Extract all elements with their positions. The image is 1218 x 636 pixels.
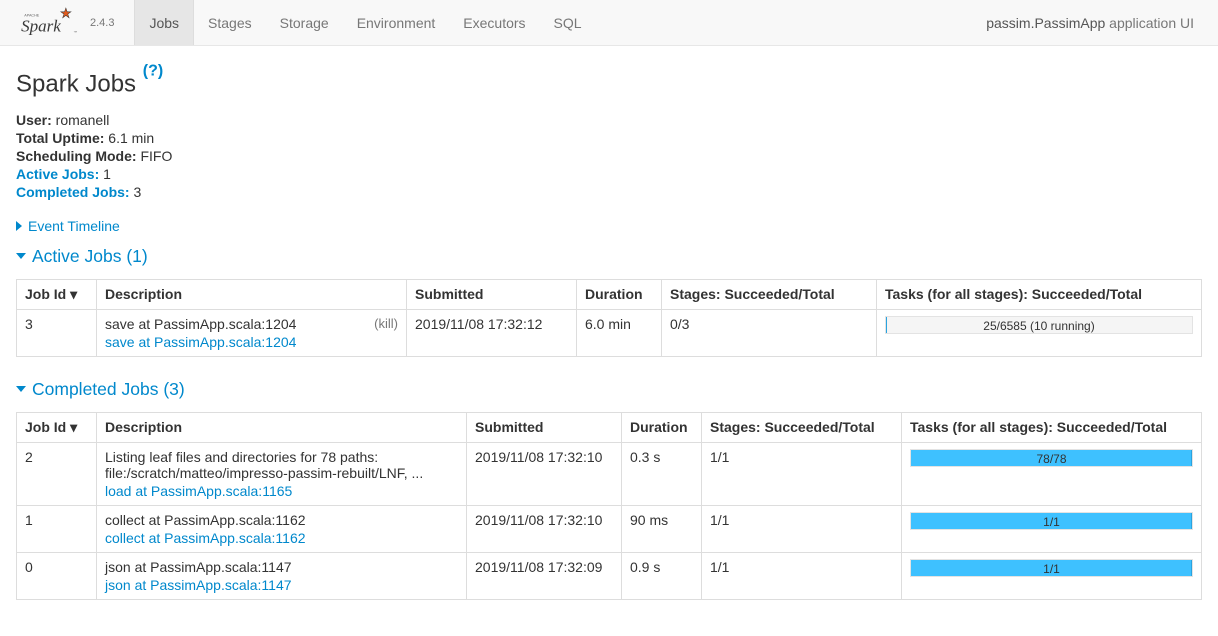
job-description-text: file:/scratch/matteo/impresso-passim-reb… xyxy=(105,465,423,481)
table-header-row: Job Id ▾ Description Submitted Duration … xyxy=(17,412,1202,442)
completed-jobs-toggle[interactable]: Completed Jobs (3) xyxy=(16,379,185,400)
cell-submitted: 2019/11/08 17:32:10 xyxy=(467,505,622,552)
caret-right-icon xyxy=(16,221,22,231)
table-row: 0json at PassimApp.scala:1147json at Pas… xyxy=(17,552,1202,599)
nav-tab-executors[interactable]: Executors xyxy=(449,0,539,45)
cell-submitted: 2019/11/08 17:32:12 xyxy=(407,309,577,356)
app-name[interactable]: passim.PassimApp xyxy=(986,15,1105,31)
job-description-text: json at PassimApp.scala:1147 xyxy=(105,559,292,575)
col-job-id[interactable]: Job Id ▾ xyxy=(17,412,97,442)
summary-uptime: Total Uptime: 6.1 min xyxy=(16,129,1202,147)
col-duration[interactable]: Duration xyxy=(622,412,702,442)
caret-down-icon xyxy=(16,386,26,392)
col-description[interactable]: Description xyxy=(97,279,407,309)
job-detail-link[interactable]: collect at PassimApp.scala:1162 xyxy=(105,530,306,546)
col-stages[interactable]: Stages: Succeeded/Total xyxy=(702,412,902,442)
table-header-row: Job Id ▾ Description Submitted Duration … xyxy=(17,279,1202,309)
nav-tabs: Jobs Stages Storage Environment Executor… xyxy=(134,0,595,45)
cell-duration: 0.3 s xyxy=(622,442,702,505)
cell-duration: 90 ms xyxy=(622,505,702,552)
job-description-text: collect at PassimApp.scala:1162 xyxy=(105,512,306,528)
page-title: Spark Jobs (?) xyxy=(16,62,1202,99)
caret-down-icon xyxy=(16,253,26,259)
col-stages[interactable]: Stages: Succeeded/Total xyxy=(662,279,877,309)
spark-logo-icon: Spark APACHE ™ xyxy=(20,6,84,40)
summary-list: User: romanell Total Uptime: 6.1 min Sch… xyxy=(16,111,1202,202)
cell-job-id: 2 xyxy=(17,442,97,505)
cell-description: collect at PassimApp.scala:1162 collect a… xyxy=(97,505,467,552)
table-row: 2 Listing leaf files and directories for … xyxy=(17,442,1202,505)
job-detail-link[interactable]: load at PassimApp.scala:1165 xyxy=(105,483,292,499)
help-icon[interactable]: (?) xyxy=(143,62,163,79)
nav-tab-environment[interactable]: Environment xyxy=(343,0,450,45)
cell-stages: 0/3 xyxy=(662,309,877,356)
completed-jobs-title: Completed Jobs (3) xyxy=(32,379,185,400)
nav-tab-jobs[interactable]: Jobs xyxy=(134,0,194,45)
cell-stages: 1/1 xyxy=(702,552,902,599)
app-name-label: passim.PassimApp application UI xyxy=(986,15,1210,31)
col-job-id[interactable]: Job Id ▾ xyxy=(17,279,97,309)
job-description-text: save at PassimApp.scala:1204 xyxy=(105,316,296,332)
event-timeline-toggle[interactable]: Event Timeline xyxy=(16,218,120,234)
summary-user: User: romanell xyxy=(16,111,1202,129)
summary-scheduling-mode: Scheduling Mode: FIFO xyxy=(16,147,1202,165)
summary-completed-jobs[interactable]: Completed Jobs: 3 xyxy=(16,183,1202,201)
progress-text: 78/78 xyxy=(911,450,1192,467)
job-description-text: Listing leaf files and directories for 7… xyxy=(105,449,378,465)
svg-text:Spark: Spark xyxy=(21,16,61,35)
progress-bar: 1/1 xyxy=(910,512,1193,530)
completed-jobs-table: Job Id ▾ Description Submitted Duration … xyxy=(16,412,1202,600)
cell-tasks: 1/1 xyxy=(902,505,1202,552)
cell-tasks: 25/6585 (10 running) xyxy=(877,309,1202,356)
main-container: Spark Jobs (?) User: romanell Total Upti… xyxy=(0,46,1218,636)
cell-submitted: 2019/11/08 17:32:10 xyxy=(467,442,622,505)
cell-submitted: 2019/11/08 17:32:09 xyxy=(467,552,622,599)
col-submitted[interactable]: Submitted xyxy=(467,412,622,442)
cell-stages: 1/1 xyxy=(702,442,902,505)
nav-tab-storage[interactable]: Storage xyxy=(266,0,343,45)
col-submitted[interactable]: Submitted xyxy=(407,279,577,309)
cell-job-id: 3 xyxy=(17,309,97,356)
navbar: Spark APACHE ™ 2.4.3 Jobs Stages Storage… xyxy=(0,0,1218,46)
cell-description: json at PassimApp.scala:1147 json at Pass… xyxy=(97,552,467,599)
cell-description: Listing leaf files and directories for 7… xyxy=(97,442,467,505)
progress-bar: 78/78 xyxy=(910,449,1193,467)
progress-text: 1/1 xyxy=(911,560,1192,577)
table-row: 1collect at PassimApp.scala:1162collect … xyxy=(17,505,1202,552)
summary-active-jobs[interactable]: Active Jobs: 1 xyxy=(16,165,1202,183)
job-detail-link[interactable]: save at PassimApp.scala:1204 xyxy=(105,334,296,350)
progress-bar: 1/1 xyxy=(910,559,1193,577)
cell-tasks: 78/78 xyxy=(902,442,1202,505)
active-jobs-table: Job Id ▾ Description Submitted Duration … xyxy=(16,279,1202,357)
cell-stages: 1/1 xyxy=(702,505,902,552)
svg-text:™: ™ xyxy=(73,30,77,34)
col-description[interactable]: Description xyxy=(97,412,467,442)
cell-duration: 6.0 min xyxy=(577,309,662,356)
spark-version: 2.4.3 xyxy=(90,17,114,29)
progress-text: 1/1 xyxy=(911,513,1192,530)
kill-link[interactable]: (kill) xyxy=(374,316,398,331)
nav-tab-stages[interactable]: Stages xyxy=(194,0,266,45)
col-duration[interactable]: Duration xyxy=(577,279,662,309)
progress-text: 25/6585 (10 running) xyxy=(886,317,1192,334)
col-tasks[interactable]: Tasks (for all stages): Succeeded/Total xyxy=(902,412,1202,442)
table-row: 3save at PassimApp.scala:1204(kill)save … xyxy=(17,309,1202,356)
cell-description: save at PassimApp.scala:1204 (kill) save a… xyxy=(97,309,407,356)
cell-duration: 0.9 s xyxy=(622,552,702,599)
cell-job-id: 1 xyxy=(17,505,97,552)
event-timeline-label: Event Timeline xyxy=(28,218,120,234)
svg-text:APACHE: APACHE xyxy=(24,13,40,17)
active-jobs-toggle[interactable]: Active Jobs (1) xyxy=(16,246,148,267)
active-jobs-title: Active Jobs (1) xyxy=(32,246,148,267)
col-tasks[interactable]: Tasks (for all stages): Succeeded/Total xyxy=(877,279,1202,309)
progress-bar: 25/6585 (10 running) xyxy=(885,316,1193,334)
job-detail-link[interactable]: json at PassimApp.scala:1147 xyxy=(105,577,292,593)
cell-job-id: 0 xyxy=(17,552,97,599)
nav-tab-sql[interactable]: SQL xyxy=(540,0,596,45)
cell-tasks: 1/1 xyxy=(902,552,1202,599)
brand[interactable]: Spark APACHE ™ 2.4.3 xyxy=(8,6,126,40)
